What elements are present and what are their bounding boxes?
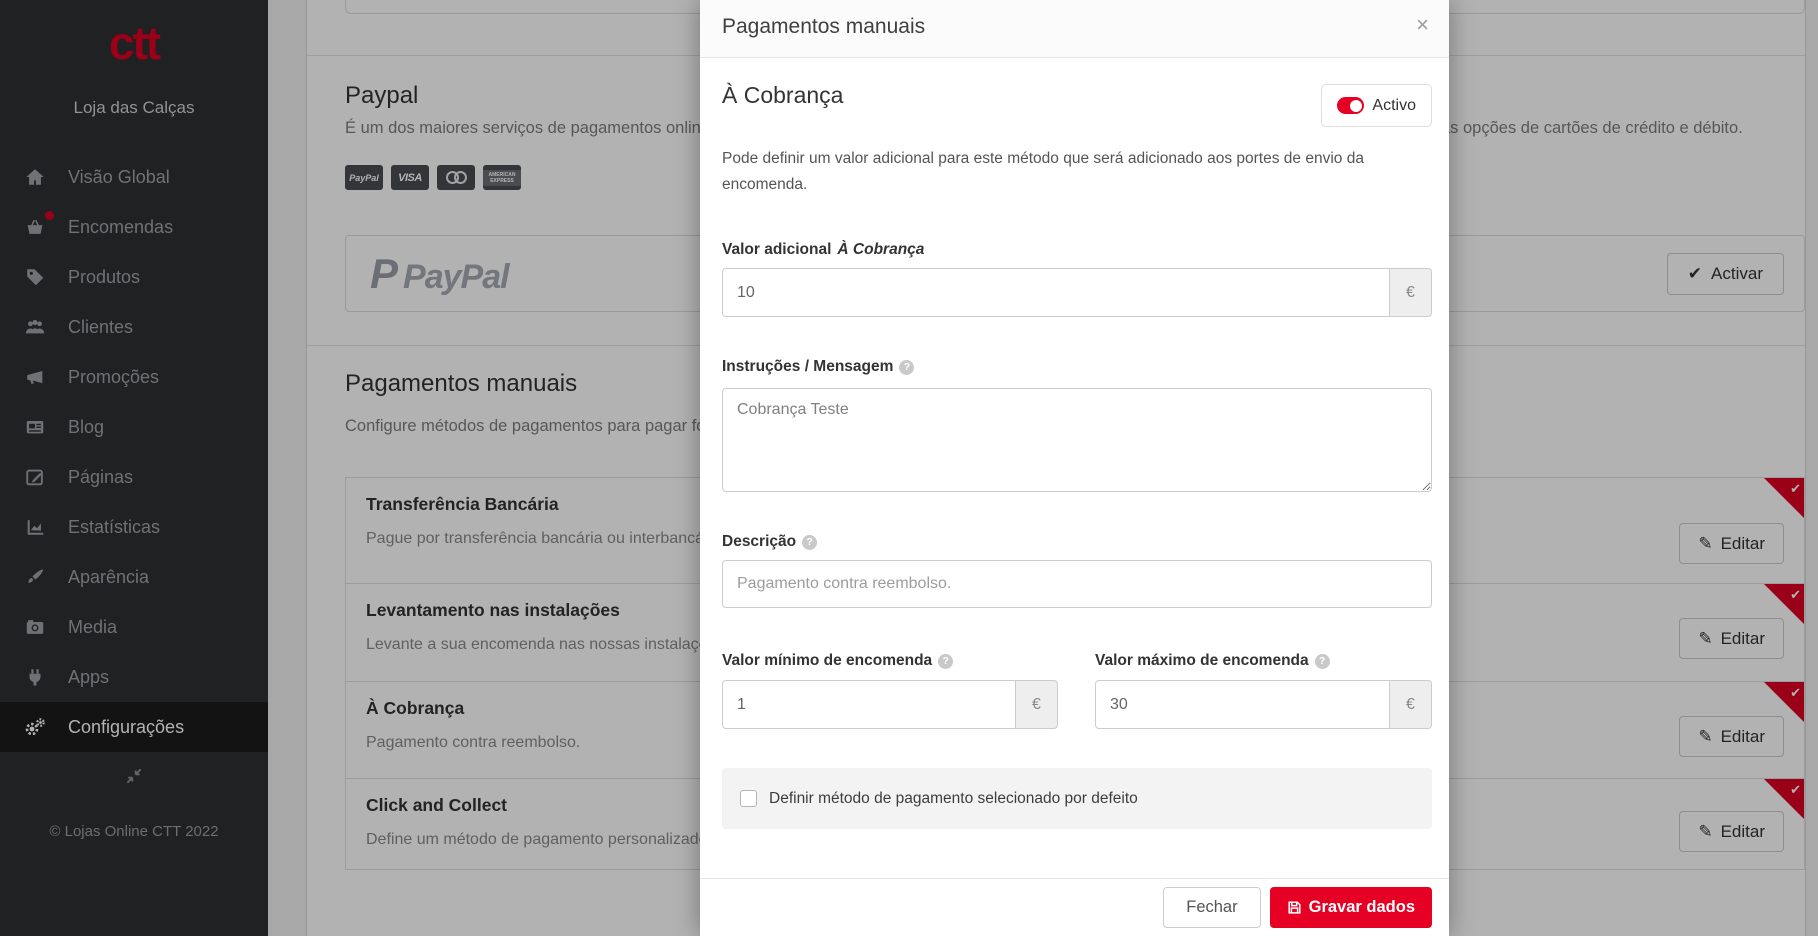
min-value-input[interactable]	[722, 680, 1016, 729]
description-input[interactable]	[722, 560, 1432, 608]
min-value-group: €	[722, 680, 1058, 729]
min-value-label: Valor mínimo de encomenda ?	[722, 652, 953, 670]
additional-value-label: Valor adicional À Cobrança	[722, 241, 924, 259]
euro-addon: €	[1016, 680, 1058, 729]
euro-addon: €	[1390, 268, 1432, 317]
max-value-label: Valor máximo de encomenda ?	[1095, 652, 1330, 670]
help-icon[interactable]: ?	[938, 654, 953, 669]
close-icon[interactable]: ×	[1416, 14, 1429, 36]
help-icon[interactable]: ?	[899, 360, 914, 375]
app-root: ctt Loja das Calças Visão Global Encomen…	[0, 0, 1818, 936]
close-modal-button[interactable]: Fechar	[1163, 887, 1260, 928]
help-icon[interactable]: ?	[1315, 654, 1330, 669]
help-icon[interactable]: ?	[802, 535, 817, 550]
euro-addon: €	[1390, 680, 1432, 729]
modal-footer: Fechar Gravar dados	[700, 878, 1449, 936]
modal-title: Pagamentos manuais	[722, 15, 925, 39]
default-method-label: Definir método de pagamento selecionado …	[769, 790, 1138, 808]
active-toggle-button[interactable]: Activo	[1321, 84, 1432, 127]
default-method-panel: Definir método de pagamento selecionado …	[722, 768, 1432, 829]
manual-payment-modal: Pagamentos manuais × À Cobrança Activo P…	[700, 0, 1449, 936]
toggle-on-icon	[1337, 97, 1364, 114]
modal-intro-text: Pode definir um valor adicional para est…	[722, 146, 1382, 198]
additional-value-group: €	[722, 268, 1432, 317]
method-name-heading: À Cobrança	[722, 82, 843, 109]
default-method-checkbox[interactable]	[740, 790, 757, 807]
description-label: Descrição ?	[722, 533, 817, 551]
additional-value-input[interactable]	[722, 268, 1390, 317]
modal-header: Pagamentos manuais ×	[700, 0, 1449, 58]
instructions-label: Instruções / Mensagem ?	[722, 358, 914, 376]
max-value-group: €	[1095, 680, 1432, 729]
instructions-textarea[interactable]: Cobrança Teste	[722, 388, 1432, 492]
save-floppy-icon	[1287, 900, 1302, 915]
save-button[interactable]: Gravar dados	[1270, 887, 1432, 928]
max-value-input[interactable]	[1095, 680, 1390, 729]
